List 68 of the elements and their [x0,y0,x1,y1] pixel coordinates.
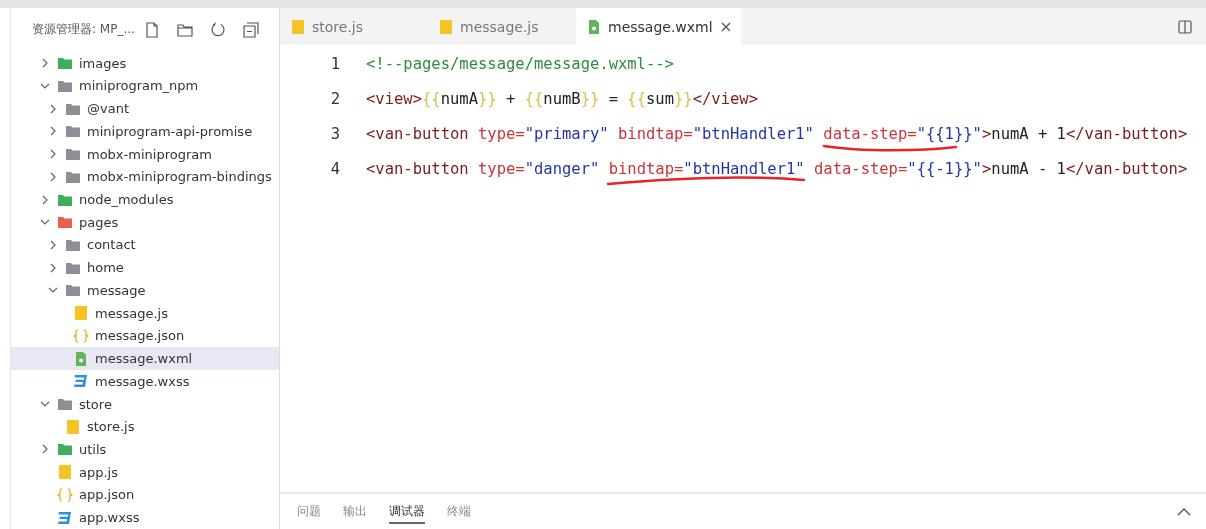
tree-item[interactable]: mobx-miniprogram-bindings [11,165,279,189]
js-file-icon [438,19,454,34]
tree-item[interactable]: @vant [11,97,279,120]
tree-item[interactable]: miniprogram_npm [11,74,279,98]
tree-item[interactable]: utils [11,438,279,461]
tree-item[interactable]: node_modules [11,188,279,211]
tree-item[interactable]: store [11,392,279,416]
folder-icon [65,124,81,139]
new-folder-icon[interactable] [177,21,193,38]
collapse-icon[interactable] [243,21,259,38]
chevron-up-icon[interactable] [1177,506,1191,517]
editor-tab[interactable]: store.js [280,8,428,45]
code-line: <view>{{numA}} + {{numB}} = {{sum}}</view> [366,89,758,108]
line-number: 2 [329,89,341,108]
tree-item[interactable]: message.wxml [11,347,279,370]
js-file-icon [73,306,89,321]
tree-item[interactable]: message.js [11,301,279,325]
close-icon[interactable] [720,21,731,32]
code-line: <van-button type="danger" bindtap="btnHandler1" data-step="{{-1}}">numA - 1</van-button> [366,159,1188,178]
panel-tab[interactable]: 问题 [297,499,321,524]
panel-tab[interactable]: 终端 [447,499,471,524]
braces-icon [57,487,73,502]
editor-tab[interactable]: message.js [428,8,576,45]
tree-item[interactable]: home [11,256,279,280]
code-line: <van-button type="primary" bindtap="btnHandler1" data-step="{{1}}">numA + 1</van-button> [366,124,1188,143]
editor-tab[interactable]: message.wxml [576,8,741,45]
code-line: <!--pages/message/message.wxml--> [366,54,674,73]
line-number: 4 [329,159,341,178]
folder-icon [65,169,81,184]
folder-icon [65,237,81,252]
split-editor-icon[interactable] [1178,19,1192,34]
tree-item[interactable]: miniprogram-api-promise [11,120,279,143]
folder-icon [57,215,73,230]
folder-icon [57,56,73,71]
folder-icon [57,442,73,457]
braces-icon [73,328,89,343]
line-number: 1 [329,54,341,73]
explorer-title: 资源管理器: MP_... [32,21,136,39]
css-file-icon [73,374,89,389]
tree-item[interactable]: message [11,279,279,302]
line-number: 3 [329,124,341,143]
tree-item[interactable]: app.json [11,483,279,507]
folder-icon [57,192,73,207]
js-file-icon [290,19,306,34]
folder-icon [57,397,73,411]
folder-icon [65,101,81,116]
tree-item[interactable]: images [11,51,279,75]
panel-tab[interactable]: 调试器 [389,499,425,524]
tree-item[interactable]: app.js [11,460,279,484]
tree-item[interactable]: message.json [11,324,279,348]
tree-item[interactable]: pages [11,210,279,234]
js-file-icon [57,465,73,480]
panel-tab[interactable]: 输出 [343,499,367,524]
file-icon [586,19,602,34]
folder-icon [65,283,81,298]
tree-item[interactable]: contact [11,233,279,257]
refresh-icon[interactable] [210,21,226,38]
tree-item[interactable]: store.js [11,415,279,439]
tree-item[interactable]: mobx-miniprogram [11,142,279,166]
js-file-icon [65,419,81,434]
tree-item[interactable]: app.wxss [11,506,279,529]
tree-item[interactable]: message.wxss [11,369,279,393]
folder-icon [57,78,73,93]
folder-icon [65,260,81,275]
folder-icon [65,147,81,162]
file-icon [73,351,89,366]
css-file-icon [57,510,73,525]
new-file-icon[interactable] [144,21,160,38]
